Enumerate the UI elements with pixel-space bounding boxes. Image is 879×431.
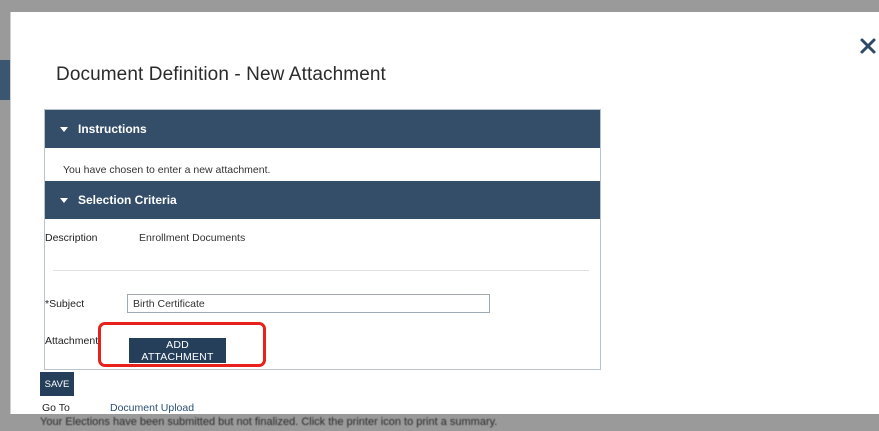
- selection-criteria-header[interactable]: Selection Criteria: [45, 181, 600, 219]
- backdrop-footer-text: Your Elections have been submitted but n…: [40, 416, 498, 428]
- document-upload-link[interactable]: Document Upload: [110, 402, 194, 414]
- add-attachment-button[interactable]: ADD ATTACHMENT: [129, 338, 226, 363]
- save-button[interactable]: SAVE: [40, 372, 74, 396]
- subject-label: *Subject: [45, 298, 85, 310]
- form-panel: Instructions You have chosen to enter a …: [44, 109, 601, 370]
- caret-down-icon: [60, 197, 68, 203]
- subject-input[interactable]: [127, 294, 490, 313]
- selection-criteria-header-label: Selection Criteria: [78, 193, 177, 207]
- caret-down-icon: [60, 126, 68, 132]
- description-label: Description: [45, 232, 98, 244]
- instructions-text: You have chosen to enter a new attachmen…: [63, 164, 271, 176]
- instructions-header-label: Instructions: [78, 122, 147, 136]
- description-value: Enrollment Documents: [139, 232, 246, 244]
- divider: [53, 270, 589, 271]
- instructions-header[interactable]: Instructions: [45, 110, 600, 148]
- goto-label: Go To: [42, 402, 70, 414]
- attachment-label: Attachment: [45, 335, 99, 347]
- close-icon[interactable]: [859, 36, 877, 56]
- modal-title: Document Definition - New Attachment: [56, 64, 386, 85]
